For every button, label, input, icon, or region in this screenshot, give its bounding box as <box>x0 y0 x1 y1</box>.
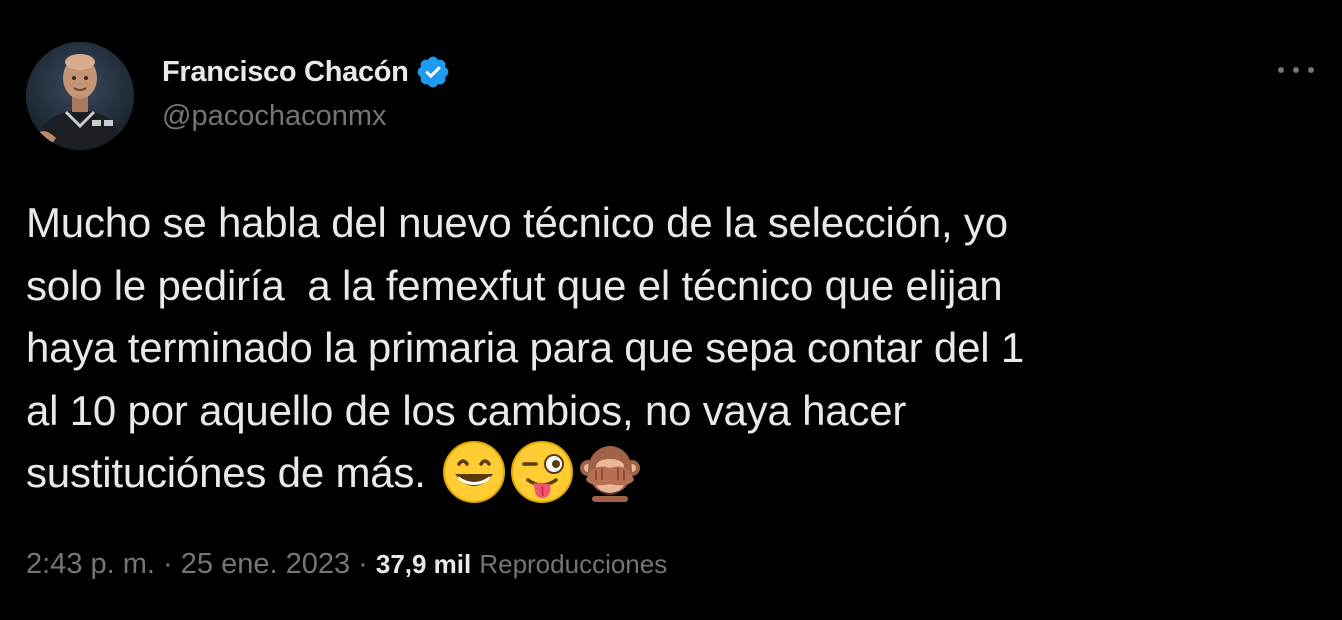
winking-face-tongue-emoji <box>510 440 574 504</box>
verified-badge-icon <box>415 54 451 90</box>
tweet-line: solo le pediría a la femexfut que el téc… <box>26 261 1003 309</box>
tweet-date[interactable]: 25 ene. 2023 <box>181 548 350 581</box>
more-dots-icon[interactable] <box>1278 60 1314 80</box>
more-dot <box>1293 67 1299 73</box>
tweet-line: Mucho se habla del nuevo técnico de la s… <box>26 199 1008 246</box>
tweet-text: Mucho se habla del nuevo técnico de la s… <box>26 192 1316 508</box>
views-label: Reproducciones <box>479 549 668 579</box>
more-dot <box>1278 67 1284 73</box>
tweet-meta: 2:43 p. m. · 25 ene. 2023 · 37,9 mil Rep… <box>26 548 667 581</box>
emoji-row <box>442 440 642 504</box>
tweet-card: Francisco Chacón @pacochaconmx Mucho se … <box>0 0 1342 620</box>
author-handle[interactable]: @pacochaconmx <box>162 100 387 133</box>
tweet-line: al 10 por aquello de los cambios, no vay… <box>26 386 907 434</box>
author-name[interactable]: Francisco Chacón <box>162 56 409 89</box>
tweet-line-last: sustituciónes de más. <box>26 440 1316 508</box>
meta-separator: · <box>350 548 376 580</box>
author-header: Francisco Chacón <box>162 54 451 90</box>
tweet-time[interactable]: 2:43 p. m. <box>26 548 155 581</box>
tweet-line: haya terminado la primaria para que sepa… <box>26 324 1024 371</box>
avatar[interactable] <box>26 42 134 150</box>
meta-space <box>471 548 479 581</box>
views-count[interactable]: 37,9 mil <box>376 549 471 580</box>
grinning-face-emoji <box>442 440 506 504</box>
tweet-line: sustituciónes de más. <box>26 449 426 496</box>
see-no-evil-monkey-emoji <box>578 440 642 504</box>
meta-separator: · <box>154 548 181 580</box>
more-dot <box>1308 67 1314 73</box>
